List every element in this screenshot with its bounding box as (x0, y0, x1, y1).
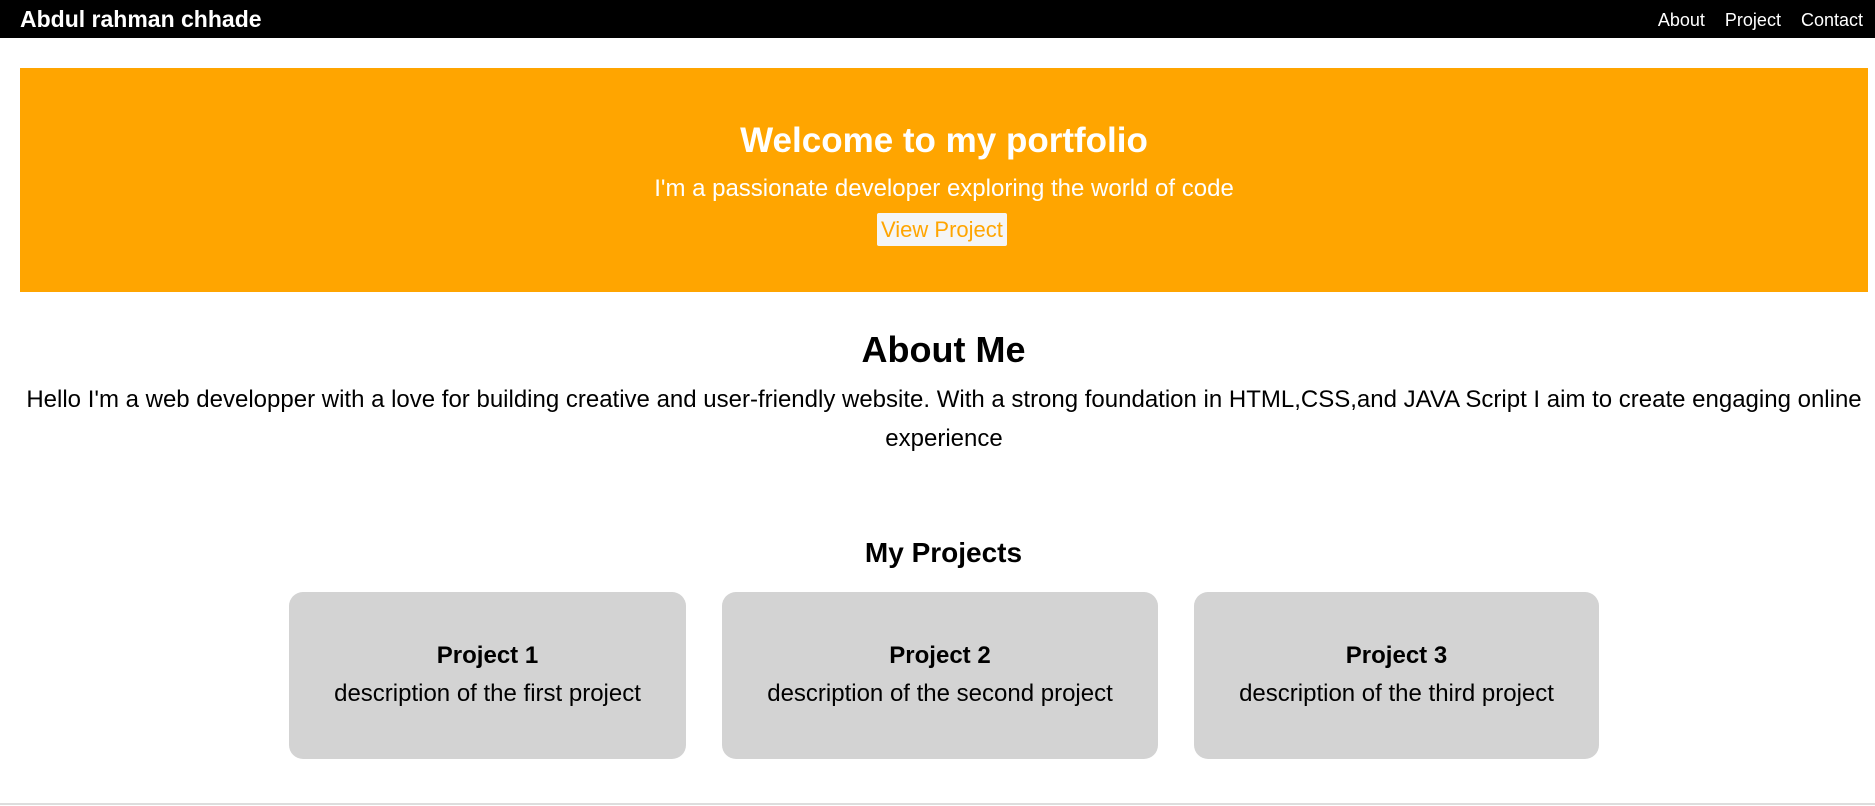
nav-link-contact[interactable]: Contact (1801, 10, 1863, 31)
nav-link-project[interactable]: Project (1725, 10, 1781, 31)
nav-links: About Project Contact (1658, 10, 1863, 31)
project-card-1[interactable]: Project 1 description of the first proje… (289, 592, 686, 759)
project-card-3[interactable]: Project 3 description of the third proje… (1194, 592, 1599, 759)
project-name: Project 3 (1345, 642, 1448, 669)
site-brand[interactable]: Abdul rahman chhade (20, 6, 262, 33)
nav-link-about[interactable]: About (1658, 10, 1705, 31)
projects-title: My Projects (864, 537, 1023, 568)
project-description: description of the second project (767, 680, 1113, 707)
about-title: About Me (861, 329, 1026, 370)
hero-banner: Welcome to my portfolio I'm a passionate… (20, 68, 1868, 292)
hero-title: Welcome to my portfolio (740, 121, 1148, 160)
hero-subtitle: I'm a passionate developer exploring the… (654, 175, 1234, 202)
navbar: Abdul rahman chhade About Project Contac… (0, 0, 1875, 38)
project-description: description of the third project (1239, 680, 1554, 707)
project-card-2[interactable]: Project 2 description of the second proj… (722, 592, 1158, 759)
page-bottom-divider (0, 803, 1875, 805)
project-description: description of the first project (334, 680, 641, 707)
about-text: Hello I'm a web developper with a love f… (26, 386, 1862, 452)
view-project-button[interactable]: View Project (877, 213, 1007, 246)
project-name: Project 1 (436, 642, 539, 669)
project-name: Project 2 (889, 642, 991, 669)
